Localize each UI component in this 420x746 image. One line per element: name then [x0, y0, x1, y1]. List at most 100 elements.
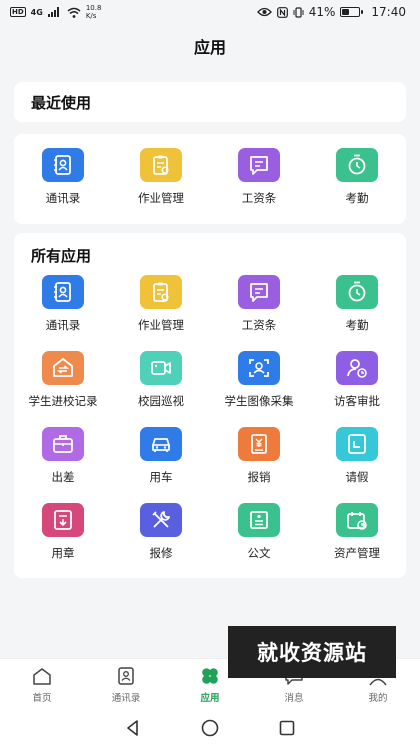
app-visitor[interactable]: 访客审批 — [308, 351, 406, 427]
app-face-capture[interactable]: 学生图像采集 — [210, 351, 308, 427]
app-document[interactable]: 公文 — [210, 503, 308, 579]
all-apps-grid: 通讯录 作业管理 工资条 考勤学生进校记录 校园巡视 学生图像采集 访客审批出差 用车 报销 请假… — [14, 275, 406, 579]
nav-label: 应用 — [200, 693, 220, 704]
battery-percent: 41% — [308, 5, 336, 19]
home-circle-icon[interactable] — [201, 719, 219, 737]
homework-icon — [140, 275, 182, 309]
app-label: 考勤 — [345, 191, 369, 205]
attendance-icon — [336, 148, 378, 182]
signal-icon — [47, 7, 59, 17]
attendance-icon — [336, 275, 378, 309]
battery-icon — [340, 7, 364, 17]
app-school-entry[interactable]: 学生进校记录 — [14, 351, 112, 427]
app-homework[interactable]: 作业管理 — [112, 148, 210, 224]
speed-unit: K/s — [85, 12, 97, 20]
app-reimburse[interactable]: 报销 — [210, 427, 308, 503]
page-title: 应用 — [193, 38, 226, 57]
app-label: 作业管理 — [138, 318, 184, 332]
leave-icon — [336, 427, 378, 461]
status-bar: HD 4G 10.8 K/s 41% 17:40 — [0, 0, 420, 24]
back-icon[interactable] — [124, 719, 142, 737]
app-repair[interactable]: 报修 — [112, 503, 210, 579]
hd-badge: HD — [10, 7, 26, 17]
nav-contacts-nav[interactable]: 通讯录 — [84, 659, 168, 710]
school-entry-icon — [42, 351, 84, 385]
asset-icon — [336, 503, 378, 537]
app-label: 用车 — [149, 470, 173, 484]
app-label: 作业管理 — [138, 191, 184, 205]
repair-icon — [140, 503, 182, 537]
seal-icon — [42, 503, 84, 537]
app-car[interactable]: 用车 — [112, 427, 210, 503]
app-label: 出差 — [51, 470, 75, 484]
nfc-icon — [276, 6, 288, 18]
reimburse-icon — [238, 427, 280, 461]
wifi-icon — [67, 7, 81, 18]
home-icon — [33, 668, 51, 685]
recent-title: 最近使用 — [31, 94, 92, 112]
app-label: 公文 — [247, 546, 271, 560]
nav-label: 我的 — [368, 693, 388, 704]
app-attendance[interactable]: 考勤 — [308, 148, 406, 224]
watermark: 就收资源站 — [228, 626, 396, 678]
eye-icon — [256, 7, 272, 17]
recent-grid: 通讯录 作业管理 工资条 考勤 — [14, 148, 406, 224]
app-camera[interactable]: 校园巡视 — [112, 351, 210, 427]
all-apps-card: 所有应用 通讯录 作业管理 工资条 考勤 学生进校记录 校园巡视 学生图像采集 访客审批 出差用… — [14, 233, 406, 578]
nav-label: 首页 — [32, 693, 52, 704]
nav-label: 通讯录 — [111, 693, 141, 704]
all-apps-title: 所有应用 — [31, 247, 92, 265]
contacts-icon — [42, 148, 84, 182]
contacts-nav-icon — [118, 667, 134, 685]
app-attendance[interactable]: 考勤 — [308, 275, 406, 351]
nav-home[interactable]: 首页 — [0, 659, 84, 710]
homework-icon — [140, 148, 182, 182]
app-payslip[interactable]: 工资条 — [210, 275, 308, 351]
app-label: 用章 — [51, 546, 75, 560]
app-label: 报销 — [247, 470, 271, 484]
app-label: 通讯录 — [45, 318, 81, 332]
app-homework[interactable]: 作业管理 — [112, 275, 210, 351]
app-label: 工资条 — [241, 191, 277, 205]
recents-icon[interactable] — [278, 719, 296, 737]
app-contacts[interactable]: 通讯录 — [14, 275, 112, 351]
app-label: 学生图像采集 — [224, 394, 294, 408]
app-label: 请假 — [345, 470, 369, 484]
app-label: 访客审批 — [334, 394, 380, 408]
app-asset[interactable]: 资产管理 — [308, 503, 406, 579]
clock: 17:40 — [371, 5, 406, 19]
status-left: HD 4G 10.8 K/s — [10, 4, 101, 20]
app-label: 校园巡视 — [138, 394, 184, 408]
car-icon — [140, 427, 182, 461]
app-label: 通讯录 — [45, 191, 81, 205]
recent-apps-card: 通讯录 作业管理 工资条 考勤 — [14, 134, 406, 224]
app-label: 学生进校记录 — [28, 394, 98, 408]
status-right: 41% 17:40 — [256, 5, 406, 19]
payslip-icon — [238, 148, 280, 182]
app-contacts[interactable]: 通讯录 — [14, 148, 112, 224]
visitor-icon — [336, 351, 378, 385]
contacts-icon — [42, 275, 84, 309]
app-label: 报修 — [149, 546, 173, 560]
app-label: 资产管理 — [334, 546, 380, 560]
network-speed: 10.8 K/s — [86, 4, 102, 20]
face-capture-icon — [238, 351, 280, 385]
recent-header-card: 最近使用 — [14, 82, 406, 122]
app-label: 考勤 — [345, 318, 369, 332]
app-business-trip[interactable]: 出差 — [14, 427, 112, 503]
app-payslip[interactable]: 工资条 — [210, 148, 308, 224]
app-seal[interactable]: 用章 — [14, 503, 112, 579]
apps-icon — [202, 668, 218, 684]
nav-label: 消息 — [284, 693, 304, 704]
battery-fill — [342, 9, 349, 15]
app-label: 工资条 — [241, 318, 277, 332]
app-leave[interactable]: 请假 — [308, 427, 406, 503]
system-nav — [0, 710, 420, 746]
camera-icon — [140, 351, 182, 385]
network-type: 4G — [30, 7, 43, 17]
payslip-icon — [238, 275, 280, 309]
business-trip-icon — [42, 427, 84, 461]
speed-value: 10.8 — [85, 4, 102, 12]
vibrate-icon — [293, 6, 304, 18]
document-icon — [238, 503, 280, 537]
